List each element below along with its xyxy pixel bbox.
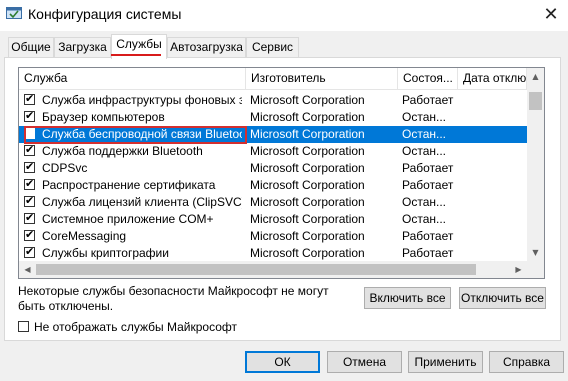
- service-checkbox[interactable]: ✔: [24, 211, 35, 224]
- service-name: Служба лицензий клиента (ClipSVC): [42, 195, 242, 209]
- msconfig-icon: [6, 7, 22, 19]
- hide-microsoft-services-checkbox[interactable]: [18, 321, 29, 332]
- scroll-right-icon[interactable]: ▶: [510, 261, 527, 278]
- service-name: Системное приложение COM+: [42, 212, 214, 226]
- service-manufacturer: Microsoft Corporation: [250, 144, 365, 158]
- vertical-scroll-thumb[interactable]: [529, 92, 542, 110]
- horizontal-scrollbar[interactable]: ◀ ▶: [19, 261, 527, 278]
- active-tab-underline: [111, 54, 161, 56]
- service-name: Распространение сертификата: [42, 178, 216, 192]
- title-bar: Конфигурация системы ✕: [0, 0, 568, 31]
- tab-startup[interactable]: Автозагрузка: [167, 37, 246, 57]
- scroll-down-icon[interactable]: ▼: [527, 244, 544, 261]
- checkmark-icon: ✔: [25, 245, 35, 258]
- list-item[interactable]: ✔ Службы криптографии Microsoft Corporatio…: [19, 245, 527, 262]
- service-status: Работает: [402, 229, 454, 243]
- service-manufacturer: Microsoft Corporation: [250, 229, 365, 243]
- service-manufacturer: Microsoft Corporation: [250, 110, 365, 124]
- service-checkbox[interactable]: ✔: [24, 160, 35, 173]
- checkmark-icon: ✔: [25, 92, 35, 105]
- checkmark-icon: ✔: [25, 143, 35, 156]
- service-checkbox[interactable]: ✔: [24, 245, 35, 258]
- column-header-status[interactable]: Состоя...: [398, 68, 458, 89]
- cancel-button[interactable]: Отмена: [327, 351, 402, 373]
- service-manufacturer: Microsoft Corporation: [250, 178, 365, 192]
- service-manufacturer: Microsoft Corporation: [250, 195, 365, 209]
- help-button[interactable]: Справка: [489, 351, 564, 373]
- security-services-note: Некоторые службы безопасности Майкрософт…: [18, 284, 329, 313]
- column-header-service[interactable]: Служба: [19, 68, 246, 89]
- service-status: Остан...: [402, 195, 446, 209]
- service-checkbox[interactable]: ✔: [24, 194, 35, 207]
- list-item[interactable]: ✔ Служба инфраструктуры фоновых з... Micro…: [19, 92, 527, 109]
- checkmark-icon: ✔: [25, 177, 35, 190]
- close-icon[interactable]: ✕: [536, 2, 566, 28]
- service-status: Работает: [402, 161, 454, 175]
- service-checkbox[interactable]: ✔: [24, 143, 35, 156]
- service-name: Службы криптографии: [42, 246, 169, 260]
- services-list[interactable]: Служба Изготовитель Состоя... Дата отклю…: [18, 67, 545, 279]
- vertical-scrollbar[interactable]: ▲ ▼: [527, 68, 544, 261]
- list-item[interactable]: ✔ CDPSvc Microsoft Corporation Работает: [19, 160, 527, 177]
- checkmark-icon: ✔: [25, 194, 35, 207]
- tab-tools[interactable]: Сервис: [246, 37, 299, 57]
- service-status: Остан...: [402, 110, 446, 124]
- apply-button[interactable]: Применить: [408, 351, 483, 373]
- service-manufacturer: Microsoft Corporation: [250, 93, 365, 107]
- service-status: Остан...: [402, 127, 446, 141]
- list-item[interactable]: ✔ Служба лицензий клиента (ClipSVC) Micros…: [19, 194, 527, 211]
- service-manufacturer: Microsoft Corporation: [250, 127, 365, 141]
- checkmark-icon: ✔: [25, 109, 35, 122]
- service-name: Служба инфраструктуры фоновых з...: [42, 93, 242, 107]
- service-checkbox[interactable]: ✔: [24, 109, 35, 122]
- column-header-manufacturer[interactable]: Изготовитель: [246, 68, 398, 89]
- service-manufacturer: Microsoft Corporation: [250, 212, 365, 226]
- list-item[interactable]: ✔ Системное приложение COM+ Microsoft Corp…: [19, 211, 527, 228]
- service-manufacturer: Microsoft Corporation: [250, 161, 365, 175]
- list-item[interactable]: Служба беспроводной связи Bluetooth Micro…: [19, 126, 527, 144]
- ok-button[interactable]: ОК: [245, 351, 320, 373]
- disable-all-button[interactable]: Отключить все: [459, 287, 546, 309]
- checkmark-icon: ✔: [25, 211, 35, 224]
- column-header-date-disabled[interactable]: Дата отключ: [458, 68, 527, 89]
- service-checkbox[interactable]: ✔: [24, 92, 35, 105]
- tab-general[interactable]: Общие: [8, 37, 54, 57]
- service-status: Работает: [402, 93, 454, 107]
- service-name: CDPSvc: [42, 161, 88, 175]
- horizontal-scroll-thumb[interactable]: [36, 264, 476, 275]
- window-title: Конфигурация системы: [28, 6, 182, 22]
- scroll-left-icon[interactable]: ◀: [19, 261, 36, 278]
- service-checkbox[interactable]: ✔: [24, 177, 35, 190]
- service-name: Браузер компьютеров: [42, 110, 165, 124]
- list-header: Служба Изготовитель Состоя... Дата отклю…: [19, 68, 544, 90]
- list-item[interactable]: ✔ Служба поддержки Bluetooth Microsoft Cor…: [19, 143, 527, 160]
- service-name: CoreMessaging: [42, 229, 127, 243]
- checkmark-icon: ✔: [25, 228, 35, 241]
- enable-all-button[interactable]: Включить все: [364, 287, 451, 309]
- service-checkbox[interactable]: ✔: [24, 228, 35, 241]
- service-manufacturer: Microsoft Corporation: [250, 246, 365, 260]
- checkmark-icon: ✔: [25, 160, 35, 173]
- tab-boot[interactable]: Загрузка: [54, 37, 111, 57]
- hide-microsoft-services-label[interactable]: Не отображать службы Майкрософт: [34, 319, 237, 335]
- service-status: Работает: [402, 178, 454, 192]
- service-status: Остан...: [402, 144, 446, 158]
- list-item[interactable]: ✔ CoreMessaging Microsoft Corporation Работ…: [19, 228, 527, 245]
- list-item[interactable]: ✔ Браузер компьютеров Microsoft Corporatio…: [19, 109, 527, 126]
- service-name: Служба поддержки Bluetooth: [42, 144, 203, 158]
- scroll-up-icon[interactable]: ▲: [527, 68, 544, 85]
- scrollbar-corner: [527, 261, 544, 278]
- red-highlight-box: [24, 126, 247, 144]
- list-item[interactable]: ✔ Распространение сертификата Microsoft Co…: [19, 177, 527, 194]
- service-status: Остан...: [402, 212, 446, 226]
- service-status: Работает: [402, 246, 454, 260]
